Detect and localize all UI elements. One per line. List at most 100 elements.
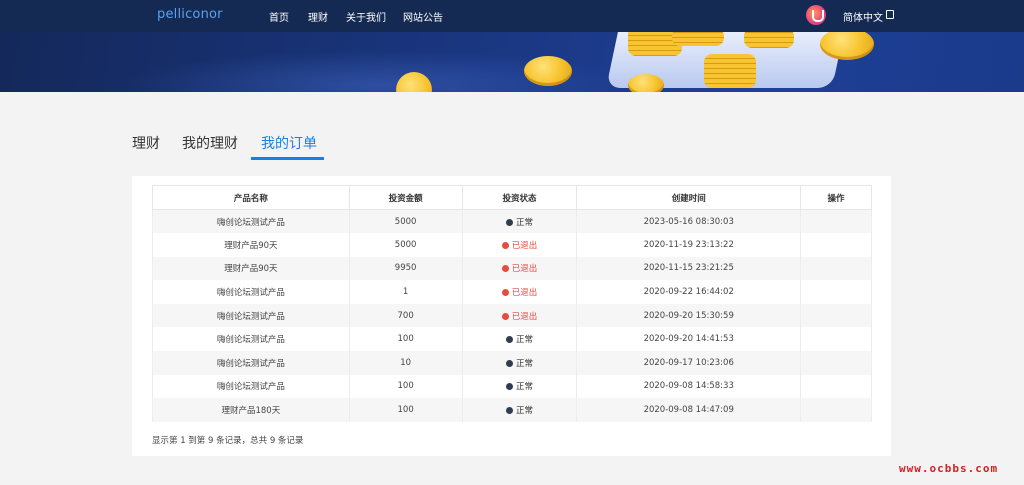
status-label: 已退出 — [511, 311, 538, 322]
tab-my-wealth[interactable]: 我的理财 — [182, 133, 238, 153]
cell-product-name: 嗨创论坛测试产品 — [152, 280, 350, 304]
status-dot-icon — [505, 336, 513, 344]
cell-product-name: 嗨创论坛测试产品 — [152, 374, 350, 399]
pagination-summary: 显示第 1 到第 9 条记录，总共 9 条记录 — [152, 436, 304, 446]
cell-actions — [800, 209, 872, 234]
cell-amount: 9950 — [348, 256, 463, 281]
column-header-status[interactable]: 投资状态 — [461, 185, 578, 210]
column-header-created[interactable]: 创建时间 — [576, 185, 802, 210]
cell-product-name: 理财产品90天 — [152, 256, 350, 281]
coin-stack-image — [704, 54, 756, 88]
coin-stack-image — [744, 32, 794, 48]
cell-status: 正常 — [461, 374, 578, 399]
table-row: 嗨创论坛测试产品 100 正常 2020-09-08 14:58:33 — [152, 374, 872, 399]
status-label: 正常 — [515, 406, 533, 417]
status-label: 正常 — [515, 217, 533, 228]
table-header-row: 产品名称 投资金额 投资状态 创建时间 操作 — [152, 185, 872, 210]
cell-created-time: 2020-11-15 23:21:25 — [576, 256, 802, 281]
hero-banner — [0, 32, 1024, 92]
table-row: 理财产品90天 9950 已退出 2020-11-15 23:21:25 — [152, 256, 872, 281]
orders-table-body: 嗨创论坛测试产品 5000 正常 2023-05-16 08:30:03 理财产品90天… — [152, 209, 872, 422]
nav-about[interactable]: 关于我们 — [346, 9, 386, 24]
avatar[interactable] — [806, 5, 826, 25]
tab-my-orders[interactable]: 我的订单 — [261, 133, 317, 153]
cell-status: 已退出 — [461, 280, 578, 304]
cell-created-time: 2020-09-17 10:23:06 — [576, 351, 802, 375]
cell-amount: 100 — [348, 327, 463, 352]
cell-amount: 700 — [348, 303, 463, 328]
table-row: 嗨创论坛测试产品 1 已退出 2020-09-22 16:44:02 — [152, 280, 872, 304]
cell-created-time: 2020-09-22 16:44:02 — [576, 280, 802, 304]
coin-image — [820, 32, 874, 60]
cell-created-time: 2020-09-08 14:47:09 — [576, 398, 802, 422]
cell-created-time: 2020-09-20 15:30:59 — [576, 303, 802, 328]
column-header-product[interactable]: 产品名称 — [152, 185, 350, 210]
status-label: 正常 — [515, 358, 533, 369]
status-dot-icon — [505, 383, 513, 391]
cell-status: 正常 — [461, 209, 578, 234]
cell-status: 已退出 — [461, 303, 578, 328]
status-dot-icon — [505, 218, 513, 226]
status-dot-icon — [501, 289, 509, 297]
column-header-amount[interactable]: 投资金额 — [348, 185, 463, 210]
coin-stack-image — [672, 32, 724, 46]
table-row: 理财产品180天 100 正常 2020-09-08 14:47:09 — [152, 398, 872, 422]
nav-home[interactable]: 首页 — [269, 9, 289, 24]
table-row: 理财产品90天 5000 已退出 2020-11-19 23:13:22 — [152, 233, 872, 257]
status-label: 已退出 — [511, 288, 538, 299]
column-header-actions: 操作 — [800, 185, 872, 210]
orders-card: 产品名称 投资金额 投资状态 创建时间 操作 嗨创论坛测试产品 5000 正常 202… — [132, 176, 891, 456]
language-selector[interactable]: 简体中文 — [843, 9, 883, 24]
cell-amount: 1 — [348, 280, 463, 304]
cell-product-name: 嗨创论坛测试产品 — [152, 209, 350, 234]
cell-created-time: 2020-11-19 23:13:22 — [576, 233, 802, 257]
cell-actions — [800, 374, 872, 399]
cell-product-name: 嗨创论坛测试产品 — [152, 327, 350, 352]
cell-amount: 5000 — [348, 209, 463, 234]
cell-amount: 5000 — [348, 233, 463, 257]
cell-amount: 10 — [348, 351, 463, 375]
status-label: 已退出 — [511, 240, 538, 251]
tab-wealth[interactable]: 理财 — [132, 133, 160, 153]
active-tab-indicator — [251, 157, 324, 160]
table-row: 嗨创论坛测试产品 700 已退出 2020-09-20 15:30:59 — [152, 303, 872, 328]
orders-table: 产品名称 投资金额 投资状态 创建时间 操作 嗨创论坛测试产品 5000 正常 202… — [152, 185, 872, 422]
cell-amount: 100 — [348, 398, 463, 422]
cell-status: 正常 — [461, 327, 578, 352]
cell-created-time: 2020-09-08 14:58:33 — [576, 374, 802, 399]
status-dot-icon — [501, 312, 509, 320]
status-dot-icon — [501, 241, 509, 249]
cell-product-name: 嗨创论坛测试产品 — [152, 351, 350, 375]
status-label: 已退出 — [511, 264, 538, 275]
table-row: 嗨创论坛测试产品 10 正常 2020-09-17 10:23:06 — [152, 351, 872, 375]
cell-actions — [800, 303, 872, 328]
status-label: 正常 — [515, 382, 533, 393]
cell-actions — [800, 280, 872, 304]
language-icon[interactable] — [886, 10, 894, 19]
status-dot-icon — [501, 265, 509, 273]
cell-status: 已退出 — [461, 233, 578, 257]
cell-status: 正常 — [461, 398, 578, 422]
nav-wealth[interactable]: 理财 — [308, 9, 328, 24]
cell-product-name: 理财产品180天 — [152, 398, 350, 422]
cell-actions — [800, 398, 872, 422]
cell-product-name: 嗨创论坛测试产品 — [152, 303, 350, 328]
status-dot-icon — [505, 407, 513, 415]
cell-amount: 100 — [348, 374, 463, 399]
top-navbar: pelliconor 首页 理财 关于我们 网站公告 简体中文 — [0, 0, 1024, 32]
cell-actions — [800, 351, 872, 375]
table-row: 嗨创论坛测试产品 5000 正常 2023-05-16 08:30:03 — [152, 209, 872, 234]
coin-image — [628, 74, 664, 92]
cell-created-time: 2023-05-16 08:30:03 — [576, 209, 802, 234]
table-row: 嗨创论坛测试产品 100 正常 2020-09-20 14:41:53 — [152, 327, 872, 352]
cell-actions — [800, 327, 872, 352]
status-label: 正常 — [515, 335, 533, 346]
cell-status: 已退出 — [461, 256, 578, 281]
brand-logo[interactable]: pelliconor — [157, 7, 223, 22]
nav-announcements[interactable]: 网站公告 — [403, 9, 443, 24]
site-watermark: www.ocbbs.com — [899, 462, 999, 475]
cell-actions — [800, 256, 872, 281]
cell-product-name: 理财产品90天 — [152, 233, 350, 257]
cell-created-time: 2020-09-20 14:41:53 — [576, 327, 802, 352]
coin-image — [524, 56, 572, 86]
